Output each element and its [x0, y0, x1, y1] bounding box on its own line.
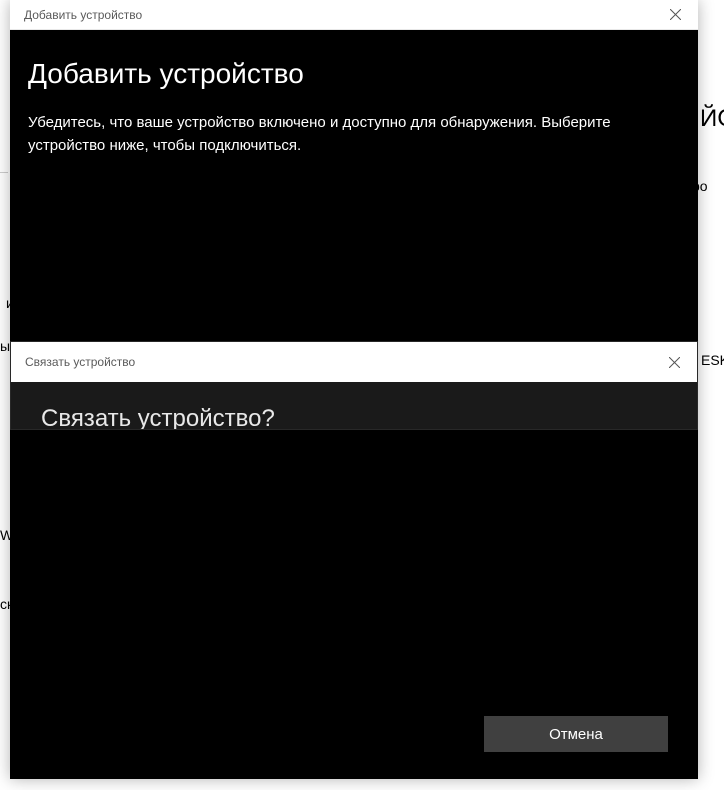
bg-fragment: ESK	[701, 352, 724, 368]
pair-device-close-button[interactable]	[651, 342, 697, 382]
pair-device-title: Связать устройство?	[41, 405, 275, 429]
pair-device-titlebar[interactable]: Связать устройство	[11, 342, 697, 382]
add-device-body: Добавить устройство Убедитесь, что ваше …	[10, 30, 698, 157]
close-icon	[669, 357, 680, 368]
add-device-subtitle: Убедитесь, что ваше устройство включено …	[28, 112, 670, 157]
add-device-titlebar-text: Добавить устройство	[24, 8, 142, 22]
add-device-title: Добавить устройство	[28, 58, 670, 90]
cancel-button[interactable]: Отмена	[484, 716, 668, 752]
pair-device-body: Связать устройство?	[11, 382, 697, 429]
add-device-close-button[interactable]	[652, 0, 698, 30]
pair-device-titlebar-text: Связать устройство	[25, 355, 135, 369]
bg-divider	[0, 172, 8, 173]
bg-fragment: ы	[0, 338, 10, 354]
add-device-titlebar[interactable]: Добавить устройство	[10, 0, 698, 30]
close-icon	[670, 9, 681, 20]
bg-fragment: ЙС	[700, 105, 724, 133]
pair-device-dialog: Связать устройство Связать устройство?	[10, 341, 698, 430]
